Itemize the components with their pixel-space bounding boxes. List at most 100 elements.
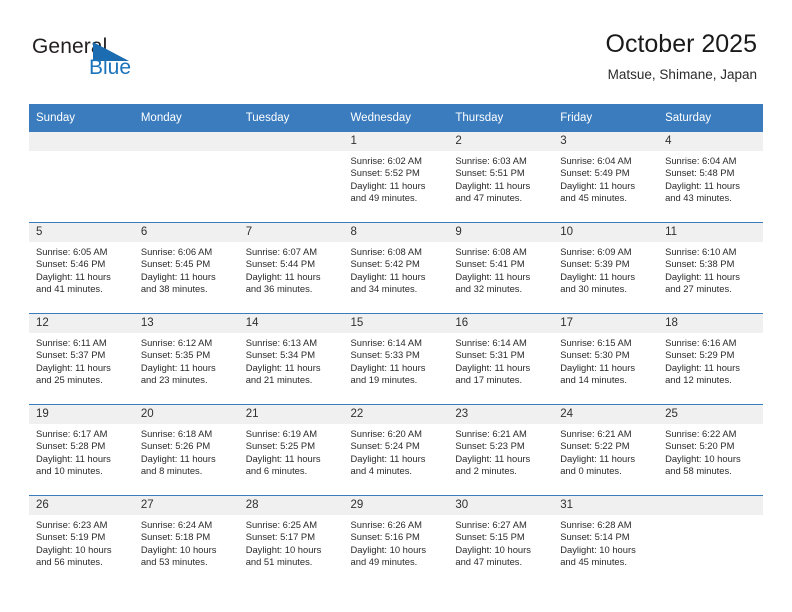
calendar-day-cell[interactable]: 24 Sunrise: 6:21 AM Sunset: 5:22 PM Dayligh… [553, 404, 659, 496]
sunset-text: Sunset: 5:34 PM [245, 349, 315, 361]
daylight-text: Daylight: 10 hours and 51 minutes. [245, 543, 322, 567]
calendar-day-cell[interactable]: 8 Sunrise: 6:08 AM Sunset: 5:42 PM Daylight… [343, 222, 449, 314]
day-sun-info: Sunrise: 6:06 AM Sunset: 5:45 PM Daylight:… [134, 242, 239, 295]
daylight-text: Daylight: 11 hours and 6 minutes. [245, 452, 321, 476]
sunset-text: Sunset: 5:49 PM [560, 167, 630, 179]
sunrise-text: Sunrise: 6:22 AM [665, 428, 737, 439]
day-number: 30 [448, 496, 554, 515]
daylight-text: Daylight: 11 hours and 10 minutes. [36, 452, 111, 476]
sunrise-text: Sunrise: 6:27 AM [455, 519, 527, 530]
sunrise-text: Sunrise: 6:17 AM [36, 428, 108, 439]
calendar-cell-empty [658, 495, 763, 586]
weekday-header-wednesday: Wednesday [343, 104, 449, 132]
day-number: 21 [238, 405, 344, 424]
calendar-day-cell[interactable]: 3 Sunrise: 6:04 AM Sunset: 5:49 PM Daylight… [553, 132, 659, 223]
calendar-day-cell[interactable]: 19 Sunrise: 6:17 AM Sunset: 5:28 PM Dayligh… [29, 404, 134, 496]
calendar-day-cell[interactable]: 22 Sunrise: 6:20 AM Sunset: 5:24 PM Dayligh… [343, 404, 449, 496]
calendar-day-cell[interactable]: 1 Sunrise: 6:02 AM Sunset: 5:52 PM Daylight… [343, 132, 449, 223]
day-number: 2 [448, 132, 554, 151]
calendar-day-cell[interactable]: 17 Sunrise: 6:15 AM Sunset: 5:30 PM Dayligh… [553, 313, 659, 405]
sunset-text: Sunset: 5:23 PM [455, 440, 525, 452]
calendar-day-cell[interactable]: 29 Sunrise: 6:26 AM Sunset: 5:16 PM Dayligh… [343, 495, 449, 586]
daylight-text: Daylight: 11 hours and 27 minutes. [665, 270, 740, 294]
day-number: 27 [133, 496, 239, 515]
sunrise-text: Sunrise: 6:03 AM [455, 155, 527, 166]
day-number: 17 [553, 314, 659, 333]
sunrise-text: Sunrise: 6:12 AM [140, 337, 213, 348]
day-sun-info: Sunrise: 6:18 AM Sunset: 5:26 PM Daylight:… [134, 424, 239, 477]
calendar-day-cell[interactable]: 30 Sunrise: 6:27 AM Sunset: 5:15 PM Dayligh… [448, 495, 554, 586]
page-subtitle: Matsue, Shimane, Japan [607, 67, 757, 82]
calendar-day-cell[interactable]: 26 Sunrise: 6:23 AM Sunset: 5:19 PM Dayligh… [29, 495, 134, 586]
daylight-text: Daylight: 10 hours and 53 minutes. [140, 543, 217, 567]
sunset-text: Sunset: 5:19 PM [36, 531, 106, 543]
sunset-text: Sunset: 5:18 PM [140, 531, 211, 543]
calendar-day-cell[interactable]: 31 Sunrise: 6:28 AM Sunset: 5:14 PM Dayligh… [553, 495, 659, 586]
day-sun-info: Sunrise: 6:25 AM Sunset: 5:17 PM Daylight:… [239, 515, 344, 568]
calendar-day-cell[interactable]: 2 Sunrise: 6:03 AM Sunset: 5:51 PM Daylight… [448, 132, 554, 223]
sunset-text: Sunset: 5:31 PM [455, 349, 525, 361]
calendar-day-cell[interactable]: 6 Sunrise: 6:06 AM Sunset: 5:45 PM Daylight… [133, 222, 239, 314]
calendar-cell-empty [29, 132, 134, 223]
sunrise-text: Sunrise: 6:25 AM [245, 519, 318, 530]
calendar-day-cell[interactable]: 15 Sunrise: 6:14 AM Sunset: 5:33 PM Dayligh… [343, 313, 449, 405]
calendar-day-cell[interactable]: 16 Sunrise: 6:14 AM Sunset: 5:31 PM Dayligh… [448, 313, 554, 405]
calendar-day-cell[interactable]: 23 Sunrise: 6:21 AM Sunset: 5:23 PM Dayligh… [448, 404, 554, 496]
calendar-day-cell[interactable]: 25 Sunrise: 6:22 AM Sunset: 5:20 PM Dayligh… [658, 404, 763, 496]
sunrise-text: Sunrise: 6:23 AM [36, 519, 108, 530]
calendar-day-cell[interactable]: 5 Sunrise: 6:05 AM Sunset: 5:46 PM Daylight… [29, 222, 134, 314]
logo-text-blue: Blue [89, 56, 132, 79]
sunset-text: Sunset: 5:17 PM [245, 531, 315, 543]
weekday-header-sunday: Sunday [29, 104, 134, 132]
calendar-day-cell[interactable]: 21 Sunrise: 6:19 AM Sunset: 5:25 PM Dayligh… [238, 404, 344, 496]
calendar-day-cell[interactable]: 14 Sunrise: 6:13 AM Sunset: 5:34 PM Dayligh… [238, 313, 344, 405]
day-number: 13 [133, 314, 239, 333]
calendar-day-cell[interactable]: 18 Sunrise: 6:16 AM Sunset: 5:29 PM Dayligh… [658, 313, 763, 405]
day-number: 24 [553, 405, 659, 424]
sunrise-text: Sunrise: 6:26 AM [350, 519, 422, 530]
sunset-text: Sunset: 5:15 PM [455, 531, 525, 543]
sunrise-text: Sunrise: 6:08 AM [455, 246, 527, 257]
daylight-text: Daylight: 11 hours and 12 minutes. [665, 361, 740, 385]
day-number: 5 [29, 223, 134, 242]
day-number: 29 [343, 496, 449, 515]
daylight-text: Daylight: 11 hours and 34 minutes. [350, 270, 426, 294]
calendar-day-cell[interactable]: 7 Sunrise: 6:07 AM Sunset: 5:44 PM Daylight… [238, 222, 344, 314]
calendar-day-cell[interactable]: 4 Sunrise: 6:04 AM Sunset: 5:48 PM Daylight… [658, 132, 763, 223]
day-sun-info: Sunrise: 6:27 AM Sunset: 5:15 PM Daylight:… [448, 515, 553, 568]
calendar-day-cell[interactable]: 11 Sunrise: 6:10 AM Sunset: 5:38 PM Dayligh… [658, 222, 763, 314]
calendar-week-row: 5 Sunrise: 6:05 AM Sunset: 5:46 PM Daylight… [29, 222, 763, 314]
sunrise-text: Sunrise: 6:20 AM [350, 428, 422, 439]
sunrise-text: Sunrise: 6:06 AM [140, 246, 213, 257]
day-number [29, 132, 134, 151]
day-sun-info: Sunrise: 6:08 AM Sunset: 5:41 PM Daylight:… [448, 242, 553, 295]
day-number: 15 [343, 314, 449, 333]
sunrise-text: Sunrise: 6:19 AM [245, 428, 318, 439]
calendar-day-cell[interactable]: 10 Sunrise: 6:09 AM Sunset: 5:39 PM Dayligh… [553, 222, 659, 314]
day-sun-info: Sunrise: 6:13 AM Sunset: 5:34 PM Daylight:… [239, 333, 344, 386]
weekday-header-thursday: Thursday [448, 104, 554, 132]
day-sun-info: Sunrise: 6:07 AM Sunset: 5:44 PM Daylight:… [239, 242, 344, 295]
calendar-page: General Blue October 2025 Matsue, Shiman… [0, 0, 792, 612]
calendar-day-cell[interactable]: 27 Sunrise: 6:24 AM Sunset: 5:18 PM Dayligh… [133, 495, 239, 586]
sunset-text: Sunset: 5:26 PM [140, 440, 211, 452]
weekday-header-saturday: Saturday [658, 104, 763, 132]
sunset-text: Sunset: 5:42 PM [350, 258, 420, 270]
day-number: 20 [133, 405, 239, 424]
day-sun-info: Sunrise: 6:24 AM Sunset: 5:18 PM Daylight:… [134, 515, 239, 568]
sunrise-text: Sunrise: 6:11 AM [36, 337, 107, 348]
calendar-day-cell[interactable]: 12 Sunrise: 6:11 AM Sunset: 5:37 PM Dayligh… [29, 313, 134, 405]
calendar-day-cell[interactable]: 28 Sunrise: 6:25 AM Sunset: 5:17 PM Dayligh… [238, 495, 344, 586]
day-sun-info: Sunrise: 6:12 AM Sunset: 5:35 PM Daylight:… [134, 333, 239, 386]
day-sun-info: Sunrise: 6:03 AM Sunset: 5:51 PM Daylight:… [448, 151, 553, 204]
day-sun-info: Sunrise: 6:17 AM Sunset: 5:28 PM Daylight:… [29, 424, 134, 477]
sunset-text: Sunset: 5:14 PM [560, 531, 630, 543]
weekday-header-monday: Monday [133, 104, 239, 132]
calendar-day-cell[interactable]: 20 Sunrise: 6:18 AM Sunset: 5:26 PM Dayligh… [133, 404, 239, 496]
calendar-day-cell[interactable]: 9 Sunrise: 6:08 AM Sunset: 5:41 PM Daylight… [448, 222, 554, 314]
sunset-text: Sunset: 5:24 PM [350, 440, 420, 452]
sunrise-text: Sunrise: 6:02 AM [350, 155, 422, 166]
calendar-day-cell[interactable]: 13 Sunrise: 6:12 AM Sunset: 5:35 PM Dayligh… [133, 313, 239, 405]
general-blue-logo[interactable]: General Blue [32, 36, 172, 88]
daylight-text: Daylight: 11 hours and 36 minutes. [245, 270, 321, 294]
